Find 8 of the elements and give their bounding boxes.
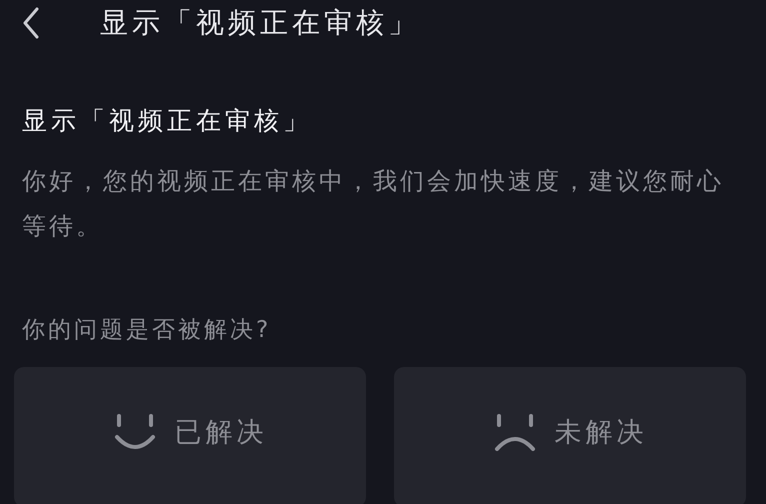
smile-icon xyxy=(112,413,156,451)
page-title: 显示「视频正在审核」 xyxy=(100,9,420,37)
solved-button[interactable]: 已解决 xyxy=(14,367,366,504)
article-text: 你好，您的视频正在审核中，我们会加快速度，建议您耐心等待。 xyxy=(22,166,725,242)
unsolved-button[interactable]: 未解决 xyxy=(394,367,746,504)
article-title: 显示「视频正在审核」 xyxy=(22,108,313,133)
feedback-question: 你的问题是否被解决? xyxy=(22,319,272,342)
sad-face-icon xyxy=(492,413,536,451)
